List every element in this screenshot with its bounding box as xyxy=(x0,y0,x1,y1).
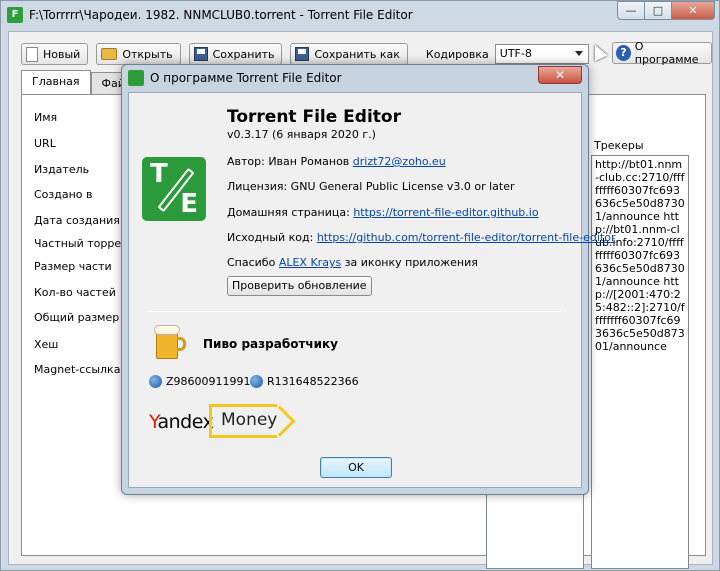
field-label-total-size: Общий размер xyxy=(34,311,120,324)
app-icon: F xyxy=(7,7,23,23)
homepage-line: Домашняя страница: https://torrent-file-… xyxy=(227,206,539,219)
save-button[interactable]: Сохранить xyxy=(188,43,283,65)
mouse-cursor-icon xyxy=(588,41,608,62)
floppy-icon xyxy=(295,47,310,61)
open-button[interactable]: Открыть xyxy=(96,43,181,65)
folder-icon xyxy=(101,48,118,60)
dialog-body: T E Torrent File Editor v0.3.17 (6 январ… xyxy=(128,92,615,488)
beer-handle xyxy=(177,337,186,351)
thanks-link[interactable]: ALEX Krays xyxy=(279,256,341,269)
new-file-icon xyxy=(26,46,38,62)
app-icon xyxy=(128,70,144,86)
encoding-value: UTF-8 xyxy=(499,47,532,60)
donate-title: Пиво разработчику xyxy=(203,337,339,351)
window-controls: — □ ✕ xyxy=(617,1,715,20)
trackers-textarea[interactable]: http://bt01.nnm-club.cc:2710/ffffffff603… xyxy=(591,155,689,569)
field-label-publisher: Издатель xyxy=(34,163,90,176)
trackers-label: Трекеры xyxy=(594,139,644,152)
author-line: Автор: Иван Романов drizt72@zoho.eu xyxy=(227,155,446,168)
webmoney-icon xyxy=(149,375,162,388)
new-button-label: Новый xyxy=(43,47,81,61)
license-line: Лицензия: GNU General Public License v3.… xyxy=(227,180,515,193)
tab-main[interactable]: Главная xyxy=(21,70,91,94)
field-label-piece-count: Кол-во частей xyxy=(34,286,116,299)
about-dialog: О программе Torrent File Editor ✕ T E To… xyxy=(121,64,615,495)
logo-letter-e: E xyxy=(180,189,198,219)
thanks-prefix: Спасибо xyxy=(227,256,279,269)
floppy-icon xyxy=(193,47,208,61)
source-label: Исходный код: xyxy=(227,231,317,244)
dialog-title: О программе Torrent File Editor xyxy=(150,71,342,85)
homepage-label: Домашняя страница: xyxy=(227,206,354,219)
beer-glass xyxy=(156,331,178,359)
author-email-link[interactable]: drizt72@zoho.eu xyxy=(353,155,446,168)
save-as-button-label: Сохранить как xyxy=(314,47,400,61)
toolbar: Новый Открыть Сохранить Сохранить как Ко… xyxy=(21,42,589,66)
save-as-button[interactable]: Сохранить как xyxy=(290,43,408,65)
check-update-button[interactable]: Проверить обновление xyxy=(227,276,372,296)
wallet-r[interactable]: R131648522366 xyxy=(250,375,359,388)
save-button-label: Сохранить xyxy=(212,47,275,61)
help-icon: ? xyxy=(616,45,631,61)
beer-icon xyxy=(154,325,186,359)
author-label: Автор: Иван Романов xyxy=(227,155,353,168)
separator xyxy=(149,311,561,312)
maximize-button[interactable]: □ xyxy=(644,1,672,20)
field-label-url: URL xyxy=(34,137,56,150)
source-line: Исходный код: https://github.com/torrent… xyxy=(227,231,615,244)
field-label-name: Имя xyxy=(34,111,58,124)
field-label-created-by: Создано в xyxy=(34,188,93,201)
ok-button[interactable]: OK xyxy=(320,457,392,478)
window-title: F:\Torrrrr\Чародеи. 1982. NNMCLUB0.torre… xyxy=(29,8,413,22)
source-link[interactable]: https://github.com/torrent-file-editor/t… xyxy=(317,231,616,244)
wallet-z-value: Z986009119917 xyxy=(166,375,258,388)
yandex-logo[interactable]: Yandex xyxy=(149,411,214,433)
app-name: Torrent File Editor xyxy=(227,107,401,127)
encoding-label: Кодировка xyxy=(425,47,489,61)
yandex-letter-y: Y xyxy=(149,411,158,433)
field-label-private: Частный торрент xyxy=(34,237,135,250)
dialog-title-bar: О программе Torrent File Editor xyxy=(128,70,342,86)
about-button[interactable]: ? О программе xyxy=(612,40,712,66)
dialog-close-button[interactable]: ✕ xyxy=(538,66,582,84)
field-label-magnet: Magnet-ссылка xyxy=(34,363,121,376)
yandex-rest: andex xyxy=(157,411,214,433)
thanks-suffix: за иконку приложения xyxy=(341,256,478,269)
homepage-link[interactable]: https://torrent-file-editor.github.io xyxy=(353,206,538,219)
money-logo[interactable]: Money xyxy=(209,404,296,438)
field-label-creation-date: Дата создания xyxy=(34,214,120,227)
beer-foam xyxy=(154,325,180,335)
minimize-button[interactable]: — xyxy=(617,1,645,20)
field-label-piece-size: Размер части xyxy=(34,260,112,273)
close-button[interactable]: ✕ xyxy=(671,1,715,20)
title-bar: F F:\Torrrrr\Чародеи. 1982. NNMCLUB0.tor… xyxy=(1,1,719,31)
field-label-hash: Хеш xyxy=(34,338,59,351)
money-text: Money xyxy=(221,410,278,430)
webmoney-icon xyxy=(250,375,263,388)
open-button-label: Открыть xyxy=(122,47,173,61)
encoding-select[interactable]: UTF-8 xyxy=(494,44,589,64)
wallet-r-value: R131648522366 xyxy=(267,375,359,388)
new-button[interactable]: Новый xyxy=(21,43,89,65)
chevron-down-icon xyxy=(574,51,583,56)
wallet-z[interactable]: Z986009119917 xyxy=(149,375,258,388)
about-button-label: О программе xyxy=(634,40,699,66)
thanks-line: Спасибо ALEX Krays за иконку приложения xyxy=(227,256,478,269)
app-logo-icon: T E xyxy=(142,157,206,221)
logo-letter-t: T xyxy=(150,159,168,189)
app-version: v0.3.17 (6 января 2020 г.) xyxy=(227,128,376,141)
